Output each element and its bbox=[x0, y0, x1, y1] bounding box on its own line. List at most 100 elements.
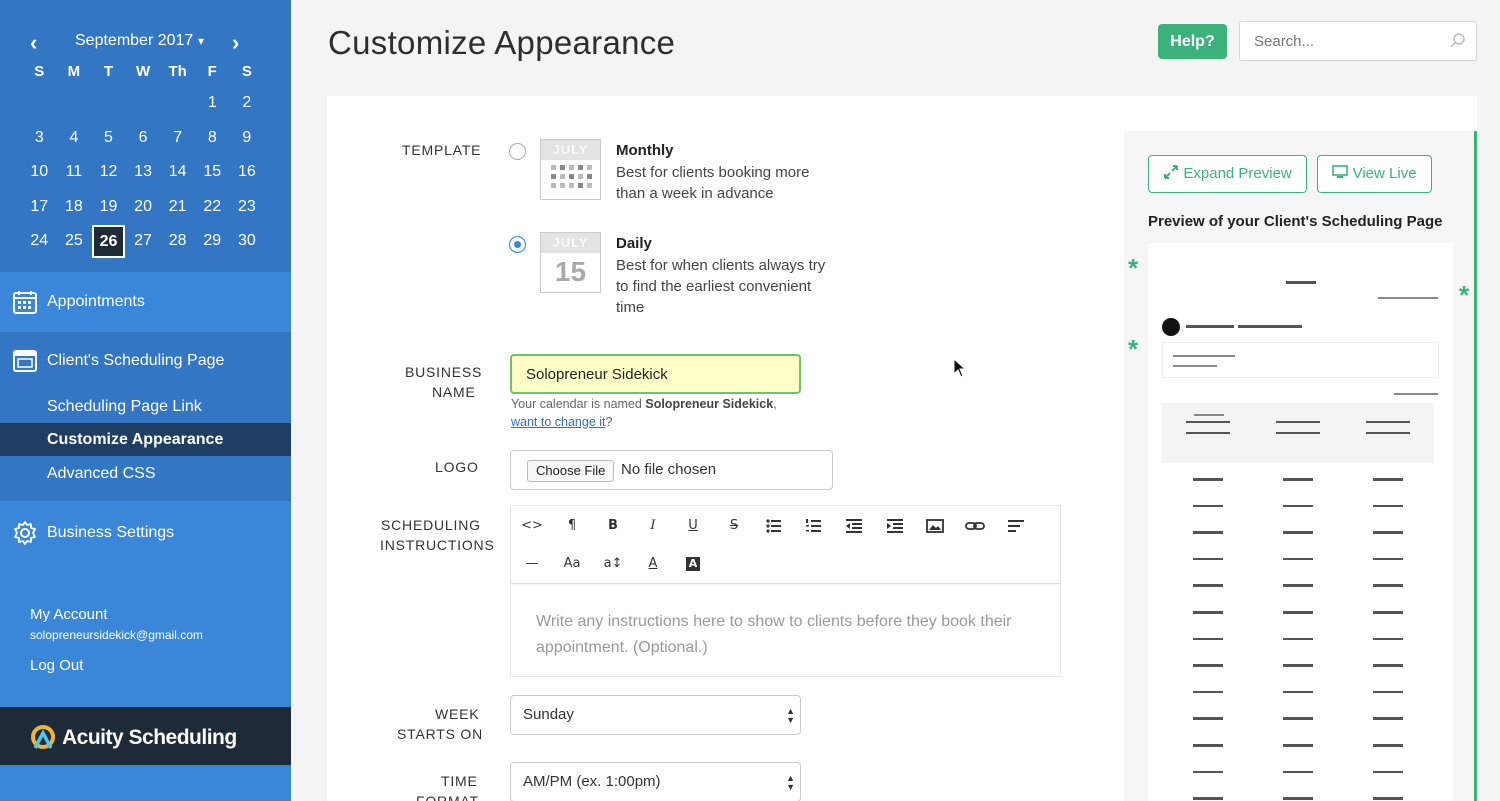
calendar-day[interactable]: 29 bbox=[195, 224, 230, 259]
calendar-day[interactable]: 3 bbox=[22, 121, 57, 156]
view-live-label: View Live bbox=[1352, 165, 1417, 182]
horizontal-rule-icon[interactable]: — bbox=[519, 551, 545, 577]
calendar-day[interactable]: 7 bbox=[160, 121, 195, 156]
image-icon[interactable] bbox=[922, 513, 948, 539]
search-input[interactable] bbox=[1239, 21, 1477, 61]
next-month-icon[interactable]: › bbox=[232, 30, 239, 56]
calendar-day[interactable]: 16 bbox=[230, 155, 265, 190]
calendar-month-label[interactable]: September 2017 bbox=[75, 32, 193, 50]
preview-line bbox=[1173, 365, 1217, 367]
calendar-day-empty bbox=[91, 86, 126, 121]
calendar-day[interactable]: 15 bbox=[195, 155, 230, 190]
code-view-icon[interactable]: <> bbox=[519, 513, 545, 539]
sidebar-subnav: Scheduling Page Link Customize Appearanc… bbox=[0, 390, 291, 501]
my-account-link[interactable]: My Account bbox=[30, 606, 108, 623]
preview-time-slot bbox=[1373, 584, 1403, 587]
sidebar-item-business-settings[interactable]: Business Settings bbox=[0, 504, 291, 562]
calendar-day[interactable]: 22 bbox=[195, 190, 230, 225]
preview-line bbox=[1194, 414, 1224, 416]
calendar-day[interactable]: 11 bbox=[57, 155, 92, 190]
bold-icon[interactable]: B bbox=[600, 513, 626, 539]
business-name-input[interactable] bbox=[510, 354, 801, 394]
calendar-day[interactable]: 28 bbox=[160, 224, 195, 259]
bullet-list-icon[interactable] bbox=[761, 513, 787, 539]
calendar-day[interactable]: 9 bbox=[230, 121, 265, 156]
calendar-day[interactable]: 18 bbox=[57, 190, 92, 225]
acuity-logo-icon bbox=[31, 725, 55, 749]
calendar-day[interactable]: 10 bbox=[22, 155, 57, 190]
calendar-icon-day: 15 bbox=[554, 256, 587, 287]
calendar-day-empty bbox=[22, 86, 57, 121]
calendar-day[interactable]: 25 bbox=[57, 224, 92, 259]
change-name-link[interactable]: want to change it bbox=[511, 415, 606, 429]
time-format-select[interactable]: AM/PM (ex. 1:00pm) ▲ ▼ bbox=[510, 762, 801, 801]
preview-line bbox=[1186, 432, 1230, 434]
sidebar-item-appointments[interactable]: Appointments bbox=[0, 273, 291, 331]
paragraph-icon[interactable]: ¶ bbox=[559, 513, 585, 539]
sidebar-subitem-advanced-css[interactable]: Advanced CSS bbox=[0, 457, 291, 490]
week-start-select[interactable]: Sunday ▲ ▼ bbox=[510, 695, 801, 735]
calendar-day[interactable]: 17 bbox=[22, 190, 57, 225]
calendar-weekday: S bbox=[241, 63, 252, 80]
calendar-day[interactable]: 8 bbox=[195, 121, 230, 156]
calendar-icon-month: JULY bbox=[541, 140, 600, 160]
calendar-day[interactable]: 2 bbox=[230, 86, 265, 121]
instructions-textarea[interactable]: Write any instructions here to show to c… bbox=[536, 609, 1041, 661]
calendar-day-empty bbox=[57, 86, 92, 121]
chevron-down-icon[interactable]: ▾ bbox=[198, 34, 204, 48]
template-daily-radio[interactable] bbox=[509, 236, 526, 253]
choose-file-button[interactable]: Choose File bbox=[527, 460, 615, 482]
template-daily-desc: Best for when clients always try to find… bbox=[616, 257, 826, 316]
calendar-day[interactable]: 4 bbox=[57, 121, 92, 156]
preview-time-slot bbox=[1283, 744, 1313, 747]
preview-time-slot bbox=[1193, 717, 1223, 720]
search-icon[interactable] bbox=[1450, 33, 1466, 49]
calendar-day[interactable]: 6 bbox=[126, 121, 161, 156]
link-icon[interactable] bbox=[962, 513, 988, 539]
indent-icon[interactable] bbox=[882, 513, 908, 539]
calendar-day[interactable]: 21 bbox=[160, 190, 195, 225]
calendar-day[interactable]: 30 bbox=[230, 224, 265, 259]
calendar-weekday: T bbox=[103, 63, 114, 80]
underline-icon[interactable]: U bbox=[680, 513, 706, 539]
numbered-list-icon[interactable] bbox=[801, 513, 827, 539]
align-left-icon[interactable] bbox=[1003, 513, 1029, 539]
calendar-day[interactable]: 24 bbox=[22, 224, 57, 259]
italic-icon[interactable]: I bbox=[640, 513, 666, 539]
calendar-day-today[interactable]: 26 bbox=[91, 225, 125, 259]
calendar-day[interactable]: 20 bbox=[126, 190, 161, 225]
view-live-button[interactable]: View Live bbox=[1317, 155, 1432, 193]
calendar-day[interactable]: 1 bbox=[195, 86, 230, 121]
template-daily-title: Daily bbox=[616, 235, 652, 252]
calendar-day[interactable]: 19 bbox=[91, 190, 126, 225]
line-height-icon[interactable]: a↕ bbox=[600, 551, 626, 577]
calendar-day[interactable]: 12 bbox=[91, 155, 126, 190]
outdent-icon[interactable] bbox=[841, 513, 867, 539]
preview-time-slot bbox=[1193, 690, 1223, 694]
preview-time-slot bbox=[1373, 478, 1403, 481]
monthly-calendar-icon: JULY bbox=[540, 139, 601, 200]
sidebar-item-client-scheduling-page[interactable]: Client's Scheduling Page bbox=[0, 332, 291, 390]
preview-line bbox=[1366, 432, 1410, 434]
logout-link[interactable]: Log Out bbox=[30, 657, 83, 674]
calendar-day[interactable]: 14 bbox=[160, 155, 195, 190]
font-color-icon[interactable]: A bbox=[640, 551, 666, 577]
calendar-day[interactable]: 5 bbox=[91, 121, 126, 156]
background-color-icon[interactable]: A bbox=[680, 551, 706, 577]
calendar-day[interactable]: 23 bbox=[230, 190, 265, 225]
preview-line bbox=[1186, 325, 1234, 328]
expand-preview-button[interactable]: Expand Preview bbox=[1148, 155, 1307, 193]
calendar-day[interactable]: 13 bbox=[126, 155, 161, 190]
template-monthly-radio[interactable] bbox=[509, 143, 526, 160]
sidebar-subitem-customize-appearance[interactable]: Customize Appearance bbox=[0, 423, 291, 456]
sidebar-subitem-scheduling-page-link[interactable]: Scheduling Page Link bbox=[0, 390, 291, 423]
time-format-label-1: TIME bbox=[441, 773, 478, 789]
font-size-icon[interactable]: Aa bbox=[559, 551, 585, 577]
strikethrough-icon[interactable]: S bbox=[721, 513, 747, 539]
preview-time-slot bbox=[1193, 611, 1223, 614]
help-button[interactable]: Help? bbox=[1158, 24, 1227, 59]
mini-calendar: ‹ September 2017 ▾ › S M T W Th F S 1 2 3 4 5 6 7 8 9 10… bbox=[0, 0, 291, 272]
calendar-day[interactable]: 27 bbox=[126, 224, 161, 259]
prev-month-icon[interactable]: ‹ bbox=[30, 30, 37, 56]
week-start-label-2: STARTS ON bbox=[397, 726, 484, 742]
